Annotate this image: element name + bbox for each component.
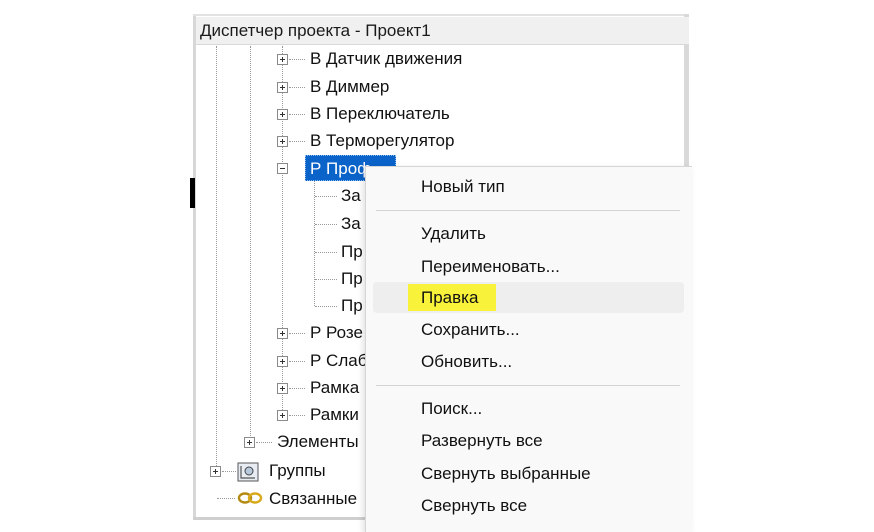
link-icon	[237, 492, 263, 504]
tree-connector	[289, 87, 305, 88]
tree-guide-line	[314, 178, 315, 306]
tree-connector	[315, 252, 337, 253]
tree-item-child[interactable]: Пр	[341, 240, 363, 264]
tree-connector	[256, 442, 272, 443]
tree-item[interactable]: Рамки	[310, 403, 359, 427]
menu-item-collapse-all[interactable]: Свернуть все	[421, 493, 527, 519]
menu-separator	[376, 385, 680, 386]
expand-toggle[interactable]	[277, 410, 288, 421]
tree-item[interactable]: Р Розе	[310, 321, 363, 345]
tree-connector	[289, 333, 305, 334]
tree-guide-line	[250, 46, 251, 442]
expand-toggle[interactable]	[277, 54, 288, 65]
menu-item-search[interactable]: Поиск...	[421, 396, 482, 422]
menu-item-edit[interactable]: Правка	[421, 285, 478, 311]
tree-connector	[315, 279, 337, 280]
window-edge-marker	[190, 178, 195, 208]
expand-toggle[interactable]	[210, 466, 221, 477]
tree-connector	[289, 141, 305, 142]
tree-connector	[289, 388, 305, 389]
expand-toggle[interactable]	[277, 82, 288, 93]
expand-toggle[interactable]	[277, 328, 288, 339]
expand-toggle[interactable]	[277, 383, 288, 394]
groups-icon	[237, 462, 259, 482]
expand-toggle[interactable]	[277, 109, 288, 120]
tree-item-child[interactable]: Пр	[341, 267, 363, 291]
tree-item[interactable]: Р Слаб	[310, 349, 367, 373]
tree-item[interactable]: Рамка	[310, 376, 359, 400]
tree-item[interactable]: В Датчик движения	[310, 47, 462, 71]
menu-item-refresh[interactable]: Обновить...	[421, 349, 512, 375]
menu-item-rename[interactable]: Переименовать...	[421, 254, 560, 280]
tree-connector	[315, 224, 337, 225]
tree-item[interactable]: Элементы	[277, 430, 359, 454]
tree-connector	[289, 361, 305, 362]
menu-item-delete[interactable]: Удалить	[421, 221, 486, 247]
expand-toggle[interactable]	[277, 356, 288, 367]
tree-connector	[315, 196, 337, 197]
tree-connector	[289, 114, 305, 115]
tree-item[interactable]: В Диммер	[310, 75, 389, 99]
tree-connector	[289, 415, 305, 416]
tree-connector	[217, 498, 235, 499]
tree-guide-line	[216, 46, 217, 472]
collapse-toggle[interactable]	[277, 163, 288, 174]
panel-title: Диспетчер проекта - Проект1	[196, 17, 689, 45]
tree-connector	[315, 306, 337, 307]
tree-item-child[interactable]: За	[341, 184, 361, 208]
panel-border-top	[193, 14, 689, 16]
menu-item-save[interactable]: Сохранить...	[421, 317, 520, 343]
menu-item-expand-all[interactable]: Развернуть все	[421, 428, 543, 454]
tree-connector	[289, 59, 305, 60]
panel-border-left	[193, 14, 196, 520]
tree-connector	[222, 471, 236, 472]
menu-item-new-type[interactable]: Новый тип	[421, 174, 505, 200]
expand-toggle[interactable]	[244, 437, 255, 448]
tree-item[interactable]: В Терморегулятор	[310, 129, 454, 153]
expand-toggle[interactable]	[277, 136, 288, 147]
tree-item-child[interactable]: Пр	[341, 294, 363, 318]
tree-item[interactable]: В Переключатель	[310, 102, 450, 126]
menu-item-collapse-selected[interactable]: Свернуть выбранные	[421, 461, 591, 487]
tree-item[interactable]: Группы	[269, 459, 326, 483]
tree-item-child[interactable]: За	[341, 212, 361, 236]
menu-separator	[376, 210, 680, 211]
tree-item[interactable]: Связанные	[269, 487, 357, 511]
